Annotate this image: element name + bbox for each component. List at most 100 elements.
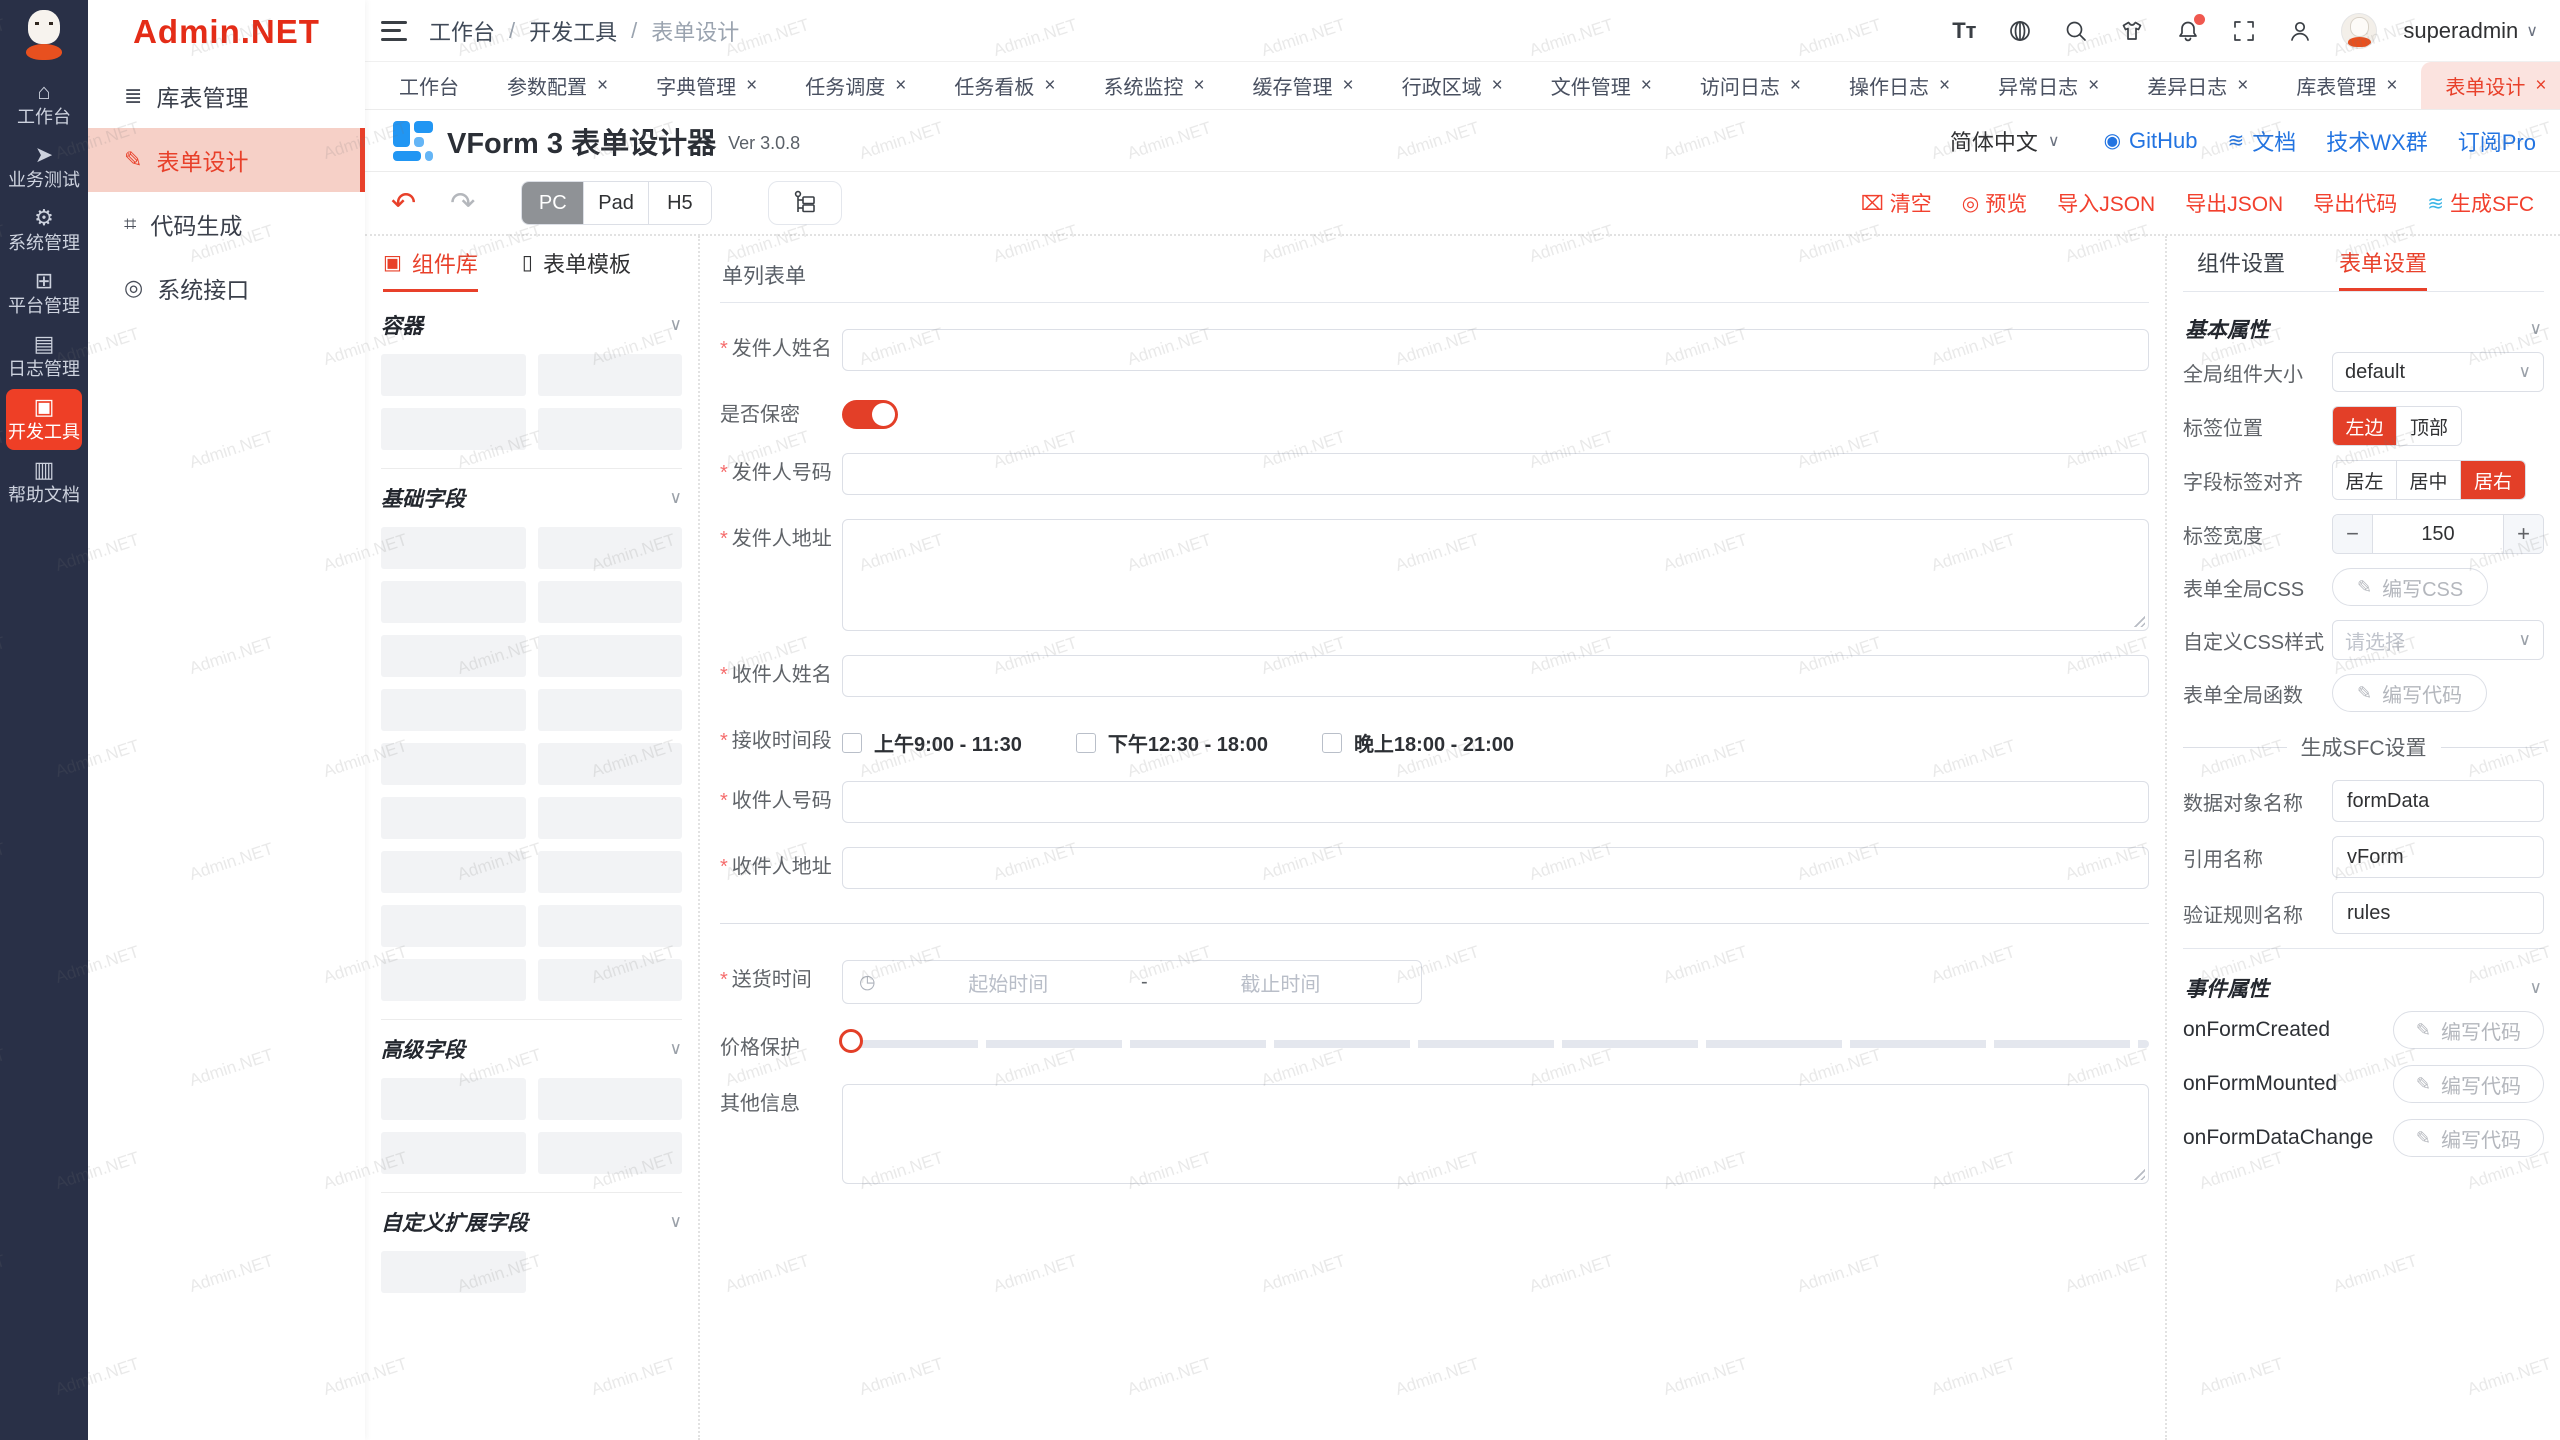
event-section-header[interactable]: 事件属性 ∨ <box>2183 951 2544 1011</box>
form-title[interactable]: 单列表单 <box>720 254 2149 303</box>
text-input[interactable] <box>842 781 2149 823</box>
field-row-receiver-name[interactable]: *收件人姓名 <box>720 655 2149 697</box>
tab-close-icon[interactable]: × <box>746 75 757 97</box>
palette-item-[interactable] <box>381 354 526 396</box>
resize-handle-icon[interactable] <box>2131 1166 2145 1180</box>
checkbox-icon[interactable] <box>1076 733 1096 753</box>
redo-icon[interactable]: ↷ <box>450 186 475 221</box>
tab-close-icon[interactable]: × <box>1641 75 1652 97</box>
settings-tab-组件设置[interactable]: 组件设置 <box>2197 236 2285 291</box>
text-input[interactable] <box>842 453 2149 495</box>
checkbox-option[interactable]: 上午9:00 - 11:30 <box>842 728 1022 757</box>
device-button-PC[interactable]: PC <box>522 182 584 224</box>
page-tab-行政区域[interactable]: 行政区域 × <box>1378 62 1527 109</box>
edit-code-button[interactable]: ✎ 编写代码 <box>2393 1119 2544 1157</box>
sidebar-item-系统接口[interactable]: ◎ 系统接口 <box>88 256 365 320</box>
tab-close-icon[interactable]: × <box>2088 75 2099 97</box>
page-tab-任务看板[interactable]: 任务看板 × <box>930 62 1079 109</box>
action-导入JSON[interactable]: 导入JSON <box>2057 188 2155 218</box>
page-tab-工作台[interactable]: 工作台 <box>375 62 483 109</box>
palette-section-header[interactable]: 基础字段 ∨ <box>381 483 682 513</box>
page-tab-库表管理[interactable]: 库表管理 × <box>2272 62 2421 109</box>
switch-on[interactable] <box>842 400 898 429</box>
user-menu[interactable]: superadmin ∨ <box>2403 18 2538 44</box>
tab-close-icon[interactable]: × <box>2535 75 2546 97</box>
textarea-input[interactable] <box>842 1084 2149 1184</box>
palette-item-[interactable] <box>381 689 526 731</box>
tab-close-icon[interactable]: × <box>2386 75 2397 97</box>
label-align-居左[interactable]: 居左 <box>2333 461 2397 499</box>
tab-close-icon[interactable]: × <box>2237 75 2248 97</box>
global-size-select[interactable]: default ∨ <box>2332 352 2544 392</box>
page-tab-访问日志[interactable]: 访问日志 × <box>1676 62 1825 109</box>
edit-code-button[interactable]: ✎ 编写代码 <box>2332 674 2487 712</box>
text-input[interactable] <box>842 329 2149 371</box>
page-tab-缓存管理[interactable]: 缓存管理 × <box>1229 62 1378 109</box>
action-导出JSON[interactable]: 导出JSON <box>2185 188 2283 218</box>
time-range-start-placeholder[interactable]: 起始时间 <box>884 968 1133 997</box>
tab-close-icon[interactable]: × <box>1939 75 1950 97</box>
tab-close-icon[interactable]: × <box>597 75 608 97</box>
palette-tab-表单模板[interactable]: ▯ 表单模板 <box>522 236 631 292</box>
profile-icon[interactable] <box>2285 16 2315 46</box>
palette-item-[interactable] <box>538 581 683 623</box>
breadcrumb-item[interactable]: / 表单设计 <box>617 15 739 47</box>
palette-item-[interactable] <box>538 905 683 947</box>
checkbox-icon[interactable] <box>842 733 862 753</box>
breadcrumb-item[interactable]: 工作台 <box>429 15 495 47</box>
fullscreen-icon[interactable] <box>2229 16 2259 46</box>
edit-code-button[interactable]: ✎ 编写代码 <box>2393 1011 2544 1049</box>
rail-item-工作台[interactable]: ⌂ 工作台 <box>6 74 82 135</box>
palette-item-[interactable] <box>381 851 526 893</box>
sidebar-item-库表管理[interactable]: ≣ 库表管理 <box>88 64 365 128</box>
edit-code-button[interactable]: ✎ 编写代码 <box>2393 1065 2544 1103</box>
rail-item-开发工具[interactable]: ▣ 开发工具 <box>6 389 82 450</box>
field-row-secret[interactable]: 是否保密 <box>720 395 2149 429</box>
resize-handle-icon[interactable] <box>2131 613 2145 627</box>
palette-item-[interactable] <box>538 354 683 396</box>
custom-css-select[interactable]: 请选择 ∨ <box>2332 620 2544 660</box>
label-align-居右[interactable]: 居右 <box>2461 461 2525 499</box>
tab-close-icon[interactable]: × <box>1193 75 1204 97</box>
page-tab-操作日志[interactable]: 操作日志 × <box>1825 62 1974 109</box>
label-position-左边[interactable]: 左边 <box>2333 407 2397 445</box>
user-avatar[interactable] <box>2341 13 2377 49</box>
field-row-sender-name[interactable]: *发件人姓名 <box>720 329 2149 371</box>
textarea-input[interactable] <box>842 519 2149 631</box>
device-button-H5[interactable]: H5 <box>649 182 711 224</box>
hamburger-menu-icon[interactable] <box>381 21 407 41</box>
field-row-sender-phone[interactable]: *发件人号码 <box>720 453 2149 495</box>
tab-close-icon[interactable]: × <box>1790 75 1801 97</box>
palette-section-header[interactable]: 自定义扩展字段 ∨ <box>381 1207 682 1237</box>
palette-item-[interactable] <box>538 1132 683 1174</box>
language-icon[interactable] <box>2005 16 2035 46</box>
action-预览[interactable]: ◎ 预览 <box>1962 188 2027 218</box>
font-size-icon[interactable]: Tт <box>1949 16 1979 46</box>
stepper-value[interactable]: 150 <box>2373 515 2503 553</box>
rail-item-日志管理[interactable]: ▤ 日志管理 <box>6 326 82 387</box>
palette-item-[interactable] <box>381 581 526 623</box>
palette-item-[interactable] <box>381 797 526 839</box>
outline-tree-button[interactable] <box>768 181 842 225</box>
action-生成SFC[interactable]: ≋ 生成SFC <box>2427 188 2534 218</box>
label-align-居中[interactable]: 居中 <box>2397 461 2461 499</box>
rules-name-input[interactable]: rules <box>2332 892 2544 934</box>
palette-item-[interactable] <box>381 743 526 785</box>
checkbox-option[interactable]: 晚上18:00 - 21:00 <box>1322 728 1514 757</box>
palette-item-[interactable] <box>538 851 683 893</box>
palette-item-[interactable] <box>381 1078 526 1120</box>
page-tab-异常日志[interactable]: 异常日志 × <box>1974 62 2123 109</box>
palette-item-[interactable] <box>381 1132 526 1174</box>
tab-close-icon[interactable]: × <box>1343 75 1354 97</box>
stepper-plus-button[interactable]: + <box>2503 515 2543 553</box>
language-select[interactable]: 简体中文 ∨ <box>1950 125 2060 157</box>
rail-item-系统管理[interactable]: ⚙ 系统管理 <box>6 200 82 261</box>
action-导出代码[interactable]: 导出代码 <box>2313 188 2397 218</box>
rail-item-帮助文档[interactable]: ▥ 帮助文档 <box>6 452 82 513</box>
palette-item-[interactable] <box>538 743 683 785</box>
palette-item-[interactable] <box>538 959 683 1001</box>
brand-logo-text[interactable]: Admin.NET <box>88 0 365 64</box>
sidebar-item-代码生成[interactable]: ⌗ 代码生成 <box>88 192 365 256</box>
undo-icon[interactable]: ↶ <box>391 186 416 221</box>
edit-css-button[interactable]: ✎ 编写CSS <box>2332 568 2488 606</box>
